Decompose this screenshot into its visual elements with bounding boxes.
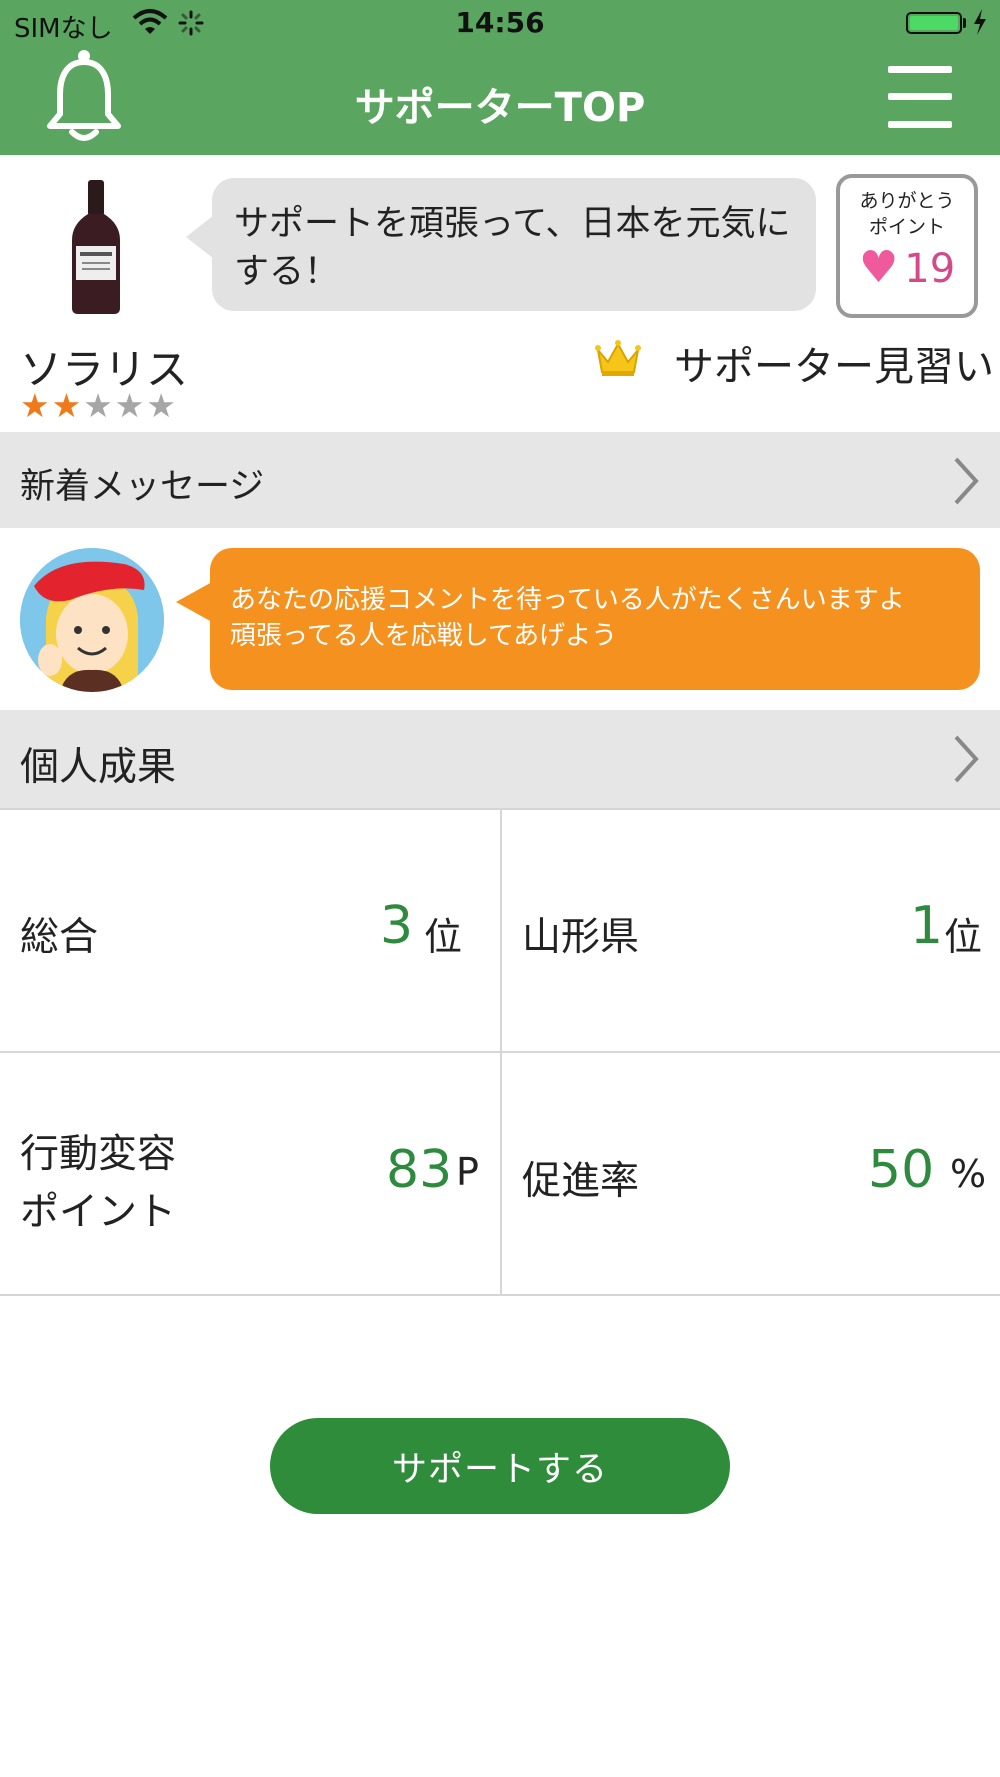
thanks-points-box[interactable]: ありがとう ポイント ♥ 19 — [836, 174, 978, 318]
crown-icon — [595, 340, 641, 376]
heart-icon: ♥ — [858, 242, 899, 293]
new-messages-label: 新着メッセージ — [20, 467, 265, 507]
behavior-points-label-line1: 行動変容 — [20, 1132, 177, 1177]
speech-bubble-tail — [186, 215, 214, 259]
overall-rank-unit: 位 — [424, 915, 463, 959]
grid-divider — [500, 808, 502, 1296]
personal-results-row[interactable]: 個人成果 — [0, 710, 1000, 808]
thanks-points-label: ありがとう ポイント — [859, 190, 955, 238]
mascot-avatar — [20, 548, 164, 692]
behavior-points-unit: P — [456, 1150, 479, 1194]
star-empty-icon: ★ — [114, 386, 147, 425]
charging-bolt-icon — [974, 9, 986, 35]
new-messages-row[interactable]: 新着メッセージ — [0, 432, 1000, 528]
hamburger-menu-icon[interactable] — [888, 66, 952, 128]
speech-bubble: サポートを頑張って、日本を元気にする！ — [212, 178, 816, 311]
thanks-points-number: 19 — [904, 246, 956, 292]
promotion-rate-value: 50 — [868, 1140, 935, 1200]
behavior-points-label: 行動変容 ポイント — [20, 1126, 176, 1242]
battery-cap — [963, 18, 966, 28]
chevron-right-icon — [954, 457, 979, 505]
prefecture-rank-label: 山形県 — [522, 915, 640, 960]
message-bubble-tail — [176, 582, 212, 622]
promotion-rate-unit: % — [950, 1152, 987, 1196]
behavior-points-value: 83 — [386, 1140, 453, 1200]
page-title: サポーターTOP — [354, 85, 646, 131]
wine-bottle-avatar — [72, 180, 120, 314]
mascot-message-bubble: あなたの応援コメントを待っている人がたくさんいますよ 頑張ってる人を応戦してあげ… — [210, 548, 980, 690]
personal-results-label: 個人成果 — [20, 745, 177, 790]
prefecture-rank-unit: 位 — [944, 915, 983, 959]
overall-rank-value: 3 — [380, 896, 414, 956]
behavior-points-label-line2: ポイント — [20, 1190, 177, 1235]
star-empty-icon: ★ — [83, 386, 115, 425]
supporter-rank: サポーター見習い — [674, 344, 994, 390]
mascot-message-line2: 頑張ってる人を応戦してあげよう — [230, 621, 618, 651]
chevron-right-icon — [954, 735, 979, 783]
battery-icon — [906, 12, 962, 34]
star-filled-icon: ★ — [20, 386, 52, 425]
prefecture-rank-value: 1 — [910, 896, 944, 956]
support-button[interactable]: サポートする — [270, 1418, 730, 1514]
promotion-rate-label: 促進率 — [522, 1159, 640, 1204]
star-empty-icon: ★ — [146, 386, 178, 425]
star-filled-icon: ★ — [51, 386, 84, 425]
thanks-points-value: ♥ 19 — [840, 242, 974, 293]
star-rating: ★★★★★ — [20, 386, 178, 425]
status-time: 14:56 — [455, 6, 545, 39]
overall-rank-label: 総合 — [20, 915, 99, 960]
mascot-message-line1: あなたの応援コメントを待っている人がたくさんいますよ — [230, 585, 905, 615]
